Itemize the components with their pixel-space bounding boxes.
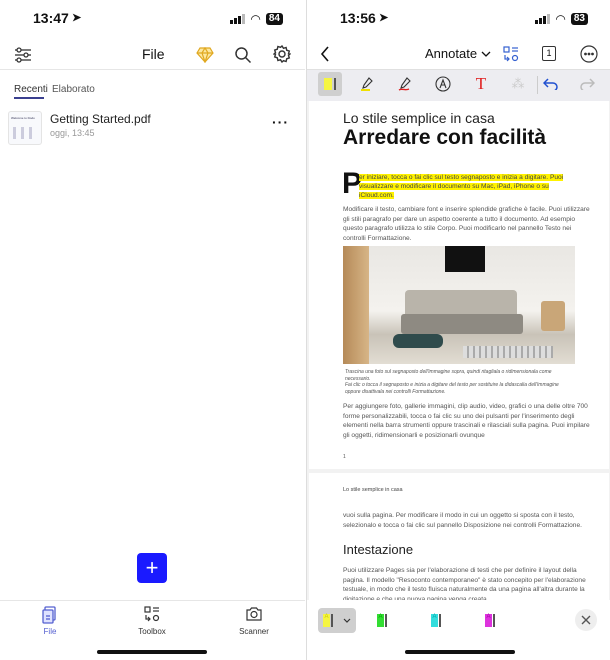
mode-dropdown[interactable]: Annotate xyxy=(425,46,491,61)
nav-scanner[interactable]: Scanner xyxy=(229,604,279,638)
home-indicator xyxy=(97,650,207,654)
document-page-1: Lo stile semplice in casa Arredare con f… xyxy=(309,101,609,469)
active-tab-indicator xyxy=(14,97,44,99)
file-name: Getting Started.pdf xyxy=(50,112,151,126)
image-caption-1: Trascina una foto sul segnaposto dell'im… xyxy=(345,369,552,382)
body-paragraph-1: Modificare il testo, cambiare font e ins… xyxy=(343,206,590,242)
top-bar: Annotate 1 xyxy=(307,40,610,68)
eraser-icon[interactable]: ⁂ xyxy=(506,72,530,96)
status-time: 13:47 xyxy=(33,10,69,26)
nav-toolbox[interactable]: Toolbox xyxy=(127,604,177,638)
nav-file-label: File xyxy=(43,627,57,636)
add-file-button[interactable]: + xyxy=(137,553,167,583)
signal-icon xyxy=(535,14,551,24)
image-caption-2: Fai clic o tocca il segnaposto e inizia … xyxy=(345,382,559,395)
section-heading: Intestazione xyxy=(343,542,414,557)
toolbar-divider xyxy=(537,76,538,94)
wifi-icon: ◠ xyxy=(555,12,566,26)
mode-label: Annotate xyxy=(425,46,478,61)
body-paragraph-3: vuoi sulla pagina. Per modificare il mod… xyxy=(343,512,582,529)
status-icons: ◠ 83 xyxy=(535,12,588,26)
premium-diamond-icon[interactable] xyxy=(194,44,216,66)
pen-red-icon[interactable] xyxy=(393,72,417,96)
more-options-icon[interactable] xyxy=(579,44,599,64)
body-paragraph-4: Puoi utilizzare Pages sia per l'elaboraz… xyxy=(343,567,586,600)
more-options-icon[interactable]: ··· xyxy=(272,114,289,130)
top-bar: File xyxy=(0,40,305,68)
page-title: File xyxy=(142,46,165,62)
tab-recenti[interactable]: Recenti xyxy=(14,84,48,95)
highlight-green-button[interactable]: A xyxy=(377,614,387,627)
search-icon[interactable] xyxy=(232,44,254,66)
bottom-nav-divider xyxy=(0,600,305,601)
chevron-down-icon xyxy=(343,618,351,623)
location-icon: ➤ xyxy=(72,12,82,24)
back-chevron-icon[interactable] xyxy=(315,42,335,66)
close-icon xyxy=(581,615,591,625)
document-viewport[interactable]: Lo stile semplice in casa Arredare con f… xyxy=(307,101,610,600)
highlighted-lead: er iniziare, tocca o fai clic sul testo … xyxy=(359,174,564,199)
tab-elaborato[interactable]: Elaborato xyxy=(52,84,95,95)
text-tool-icon[interactable]: T xyxy=(469,72,493,96)
undo-icon[interactable] xyxy=(539,72,563,96)
page-count-button[interactable]: 1 xyxy=(542,46,556,61)
settings-gear-icon[interactable] xyxy=(271,43,293,65)
highlight-tool-button[interactable] xyxy=(318,72,342,96)
marker-yellow-icon[interactable] xyxy=(355,72,379,96)
highlight-color-dropdown[interactable]: A xyxy=(318,608,356,633)
signal-icon xyxy=(230,14,246,24)
redo-icon[interactable] xyxy=(575,72,599,96)
chevron-down-icon xyxy=(481,51,491,57)
file-thumbnail: Welcome to Dodo xyxy=(8,111,42,145)
toolbox-icon[interactable] xyxy=(501,44,521,64)
close-button[interactable] xyxy=(575,609,597,631)
highlight-magenta-button[interactable]: A xyxy=(485,614,495,627)
nav-toolbox-label: Toolbox xyxy=(138,627,166,636)
location-icon: ➤ xyxy=(379,12,389,24)
file-icon xyxy=(42,606,56,624)
toolbox-icon xyxy=(144,606,160,622)
pdf-annotate-screen: 13:56 ➤ ◠ 83 Annotate 1 T ⁂ Lo stile sem… xyxy=(306,0,610,660)
highlight-cyan-button[interactable]: A xyxy=(431,614,441,627)
file-manager-screen: 13:47 ➤ ◠ 84 File Recenti Elaborato Welc… xyxy=(0,0,305,660)
nav-file[interactable]: File xyxy=(25,604,75,638)
doc-kicker: Lo stile semplice in casa xyxy=(343,110,495,126)
nav-scanner-label: Scanner xyxy=(239,627,269,636)
interior-photo xyxy=(343,246,575,364)
filter-icon[interactable] xyxy=(12,44,34,66)
battery-indicator: 83 xyxy=(570,13,588,25)
page-number: 1 xyxy=(343,454,346,460)
body-paragraph-2: Per aggiungere foto, gallerie immagini, … xyxy=(343,403,590,439)
page-header: Lo stile semplice in casa xyxy=(343,487,403,493)
document-page-2: Lo stile semplice in casa vuoi sulla pag… xyxy=(309,473,609,600)
status-icons: ◠ 84 xyxy=(230,12,283,26)
file-date: oggi, 13:45 xyxy=(50,128,95,138)
home-indicator xyxy=(405,650,515,654)
highlight-yellow-swatch: A xyxy=(323,614,330,627)
status-time: 13:56 xyxy=(340,10,376,26)
wifi-icon: ◠ xyxy=(250,12,261,26)
file-list-item[interactable]: Welcome to Dodo Getting Started.pdf oggi… xyxy=(0,108,305,148)
annotation-toolbar xyxy=(307,69,610,101)
header-divider xyxy=(0,69,305,70)
signature-icon[interactable] xyxy=(431,72,455,96)
battery-indicator: 84 xyxy=(265,13,283,25)
doc-title: Arredare con facilità xyxy=(343,126,547,149)
camera-icon xyxy=(246,607,262,621)
